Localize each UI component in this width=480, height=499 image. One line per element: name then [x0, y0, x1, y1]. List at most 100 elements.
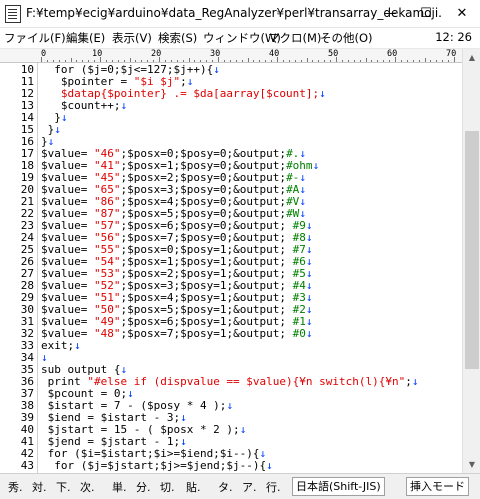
title-bar: F:¥temp¥ecig¥arduino¥data_RegAnalyzer¥pe…	[0, 0, 480, 28]
ruler-tick	[164, 60, 166, 62]
ruler-tick	[253, 60, 255, 62]
ruler-tick	[194, 60, 196, 62]
fkey-4[interactable]: 次.	[80, 479, 95, 495]
ruler-tick	[88, 60, 90, 62]
ruler-tick	[271, 60, 273, 62]
ruler-tick	[182, 60, 184, 62]
ruler-tick	[94, 60, 96, 62]
line-end-mark: ↓	[312, 159, 320, 172]
fkey-6[interactable]: 分.	[136, 479, 151, 495]
fkey-7[interactable]: 切.	[160, 479, 175, 495]
code-line[interactable]: 15 }↓	[0, 124, 462, 136]
ruler-tick	[111, 60, 113, 62]
ruler-tick	[336, 57, 337, 62]
ruler-tick	[259, 60, 261, 62]
encoding-status[interactable]: 日本語(Shift-JIS)	[292, 477, 385, 496]
ruler-tick	[353, 60, 355, 62]
app-document-icon	[5, 5, 21, 23]
code-token: "#else if (dispvalue == $value){¥n switc…	[87, 375, 406, 388]
fkey-1[interactable]: 秀.	[8, 479, 23, 495]
scrollbar-thumb[interactable]	[465, 131, 479, 369]
fkey-5[interactable]: 単.	[112, 479, 127, 495]
menu-edit[interactable]: 編集(E)	[66, 30, 105, 46]
fkey-8[interactable]: 貼.	[186, 479, 201, 495]
ruler-tick	[454, 57, 455, 62]
ruler-tick	[341, 60, 343, 62]
ruler-tick	[170, 60, 172, 62]
scroll-up-icon[interactable]: ▲	[463, 49, 480, 66]
code-token: ;	[405, 375, 412, 388]
ruler-tick	[147, 60, 149, 62]
maximize-icon[interactable]: ☐	[408, 0, 444, 27]
code-token: ;$posx=7;$posy=1;&output;	[120, 327, 293, 340]
vertical-scrollbar[interactable]: ▲ ▼	[462, 49, 480, 473]
line-end-mark: ↓	[54, 123, 61, 136]
scroll-down-icon[interactable]: ▼	[463, 456, 480, 473]
line-text: $value= "48";$posx=7;$posy=1;&output; #0…	[41, 328, 313, 340]
menu-file[interactable]: ファイル(F)	[4, 30, 66, 46]
fkey-11[interactable]: 行.	[266, 479, 281, 495]
function-key-bar: 秀. 対. 下. 次. 単. 分. 切. 貼. タ. ア. 行. 日本語(Shi…	[0, 473, 480, 499]
menu-bar: ファイル(F) 編集(E) 表示(V) 検索(S) ウィンドウ(W) マクロ(M…	[0, 28, 480, 49]
code-token: "48"	[93, 327, 121, 340]
minimize-icon[interactable]: —	[372, 0, 408, 27]
ruler-tick	[129, 58, 131, 62]
ruler-tick	[377, 60, 379, 62]
ruler-tick	[141, 60, 143, 62]
ruler-tick	[330, 60, 332, 62]
code-line[interactable]: 13 $count++;↓	[0, 100, 462, 112]
code-line[interactable]: 33 exit;↓	[0, 340, 462, 352]
ruler-tick	[347, 60, 349, 62]
ruler-tick	[312, 60, 314, 62]
fkey-3[interactable]: 下.	[56, 479, 71, 495]
ruler-tick	[400, 60, 402, 62]
ruler-tick	[229, 60, 231, 62]
ruler-tick	[418, 60, 420, 62]
ruler-tick	[300, 60, 302, 62]
ruler-tick	[41, 57, 42, 62]
line-end-mark: ↓	[319, 87, 326, 100]
line-end-mark: ↓	[411, 375, 419, 388]
ruler-tick	[200, 60, 202, 62]
ruler-tick	[100, 57, 101, 62]
menu-other[interactable]: その他(O)	[320, 30, 373, 46]
ruler-tick	[424, 58, 426, 62]
close-icon[interactable]: ✕	[444, 0, 480, 27]
ruler-tick	[235, 60, 237, 62]
fkey-10[interactable]: ア.	[242, 479, 257, 495]
ruler-tick	[241, 60, 243, 62]
ruler-tick	[294, 60, 296, 62]
column-ruler: 0 10 20 30 40 50 60 70	[0, 49, 462, 63]
ruler-tick	[52, 60, 54, 62]
ruler-tick	[395, 57, 396, 62]
ruler-tick	[188, 58, 190, 62]
menu-macro[interactable]: マクロ(M)	[268, 30, 321, 46]
ruler-tick	[389, 60, 391, 62]
code-line[interactable]: 14 }↓	[0, 112, 462, 124]
ruler-tick	[46, 60, 48, 62]
line-end-mark: ↓	[239, 423, 247, 436]
ruler-tick	[206, 60, 208, 62]
ruler-tick	[223, 60, 225, 62]
insert-mode-status[interactable]: 挿入モード	[406, 477, 469, 496]
ruler-tick	[64, 60, 66, 62]
ruler-tick	[212, 60, 214, 62]
ruler-tick	[117, 60, 119, 62]
ruler-tick	[371, 60, 373, 62]
ruler-tick	[265, 60, 267, 62]
code-editor[interactable]: 10 for ($j=0;$j<=127;$j++){↓ 11 $pointer …	[0, 63, 462, 473]
ruler-tick	[282, 60, 284, 62]
ruler-tick	[159, 57, 160, 62]
ruler-tick	[135, 60, 137, 62]
menu-view[interactable]: 表示(V)	[112, 30, 152, 46]
code-token: #0	[292, 327, 306, 340]
ruler-tick	[318, 60, 320, 62]
ruler-tick	[365, 58, 367, 62]
line-end-mark: ↓	[226, 399, 234, 412]
fkey-2[interactable]: 対.	[32, 479, 47, 495]
ruler-tick	[288, 60, 290, 62]
ruler-tick	[436, 60, 438, 62]
menu-search[interactable]: 検索(S)	[158, 30, 197, 46]
ruler-tick	[153, 60, 155, 62]
fkey-9[interactable]: タ.	[218, 479, 233, 495]
